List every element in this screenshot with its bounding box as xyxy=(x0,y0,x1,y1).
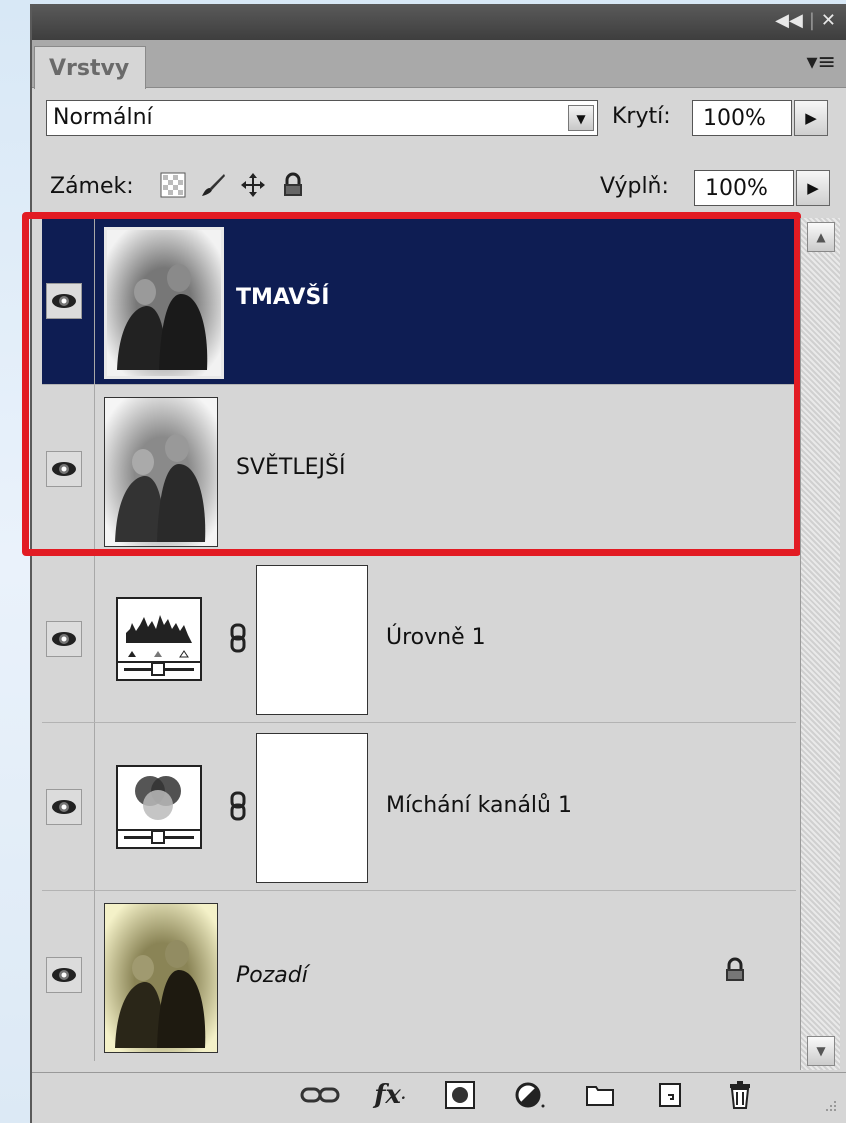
eye-icon[interactable] xyxy=(46,789,82,825)
adjustment-layer-icon[interactable] xyxy=(510,1079,550,1111)
levels-adjustment-icon[interactable] xyxy=(116,597,202,681)
delete-layer-icon[interactable] xyxy=(720,1079,760,1111)
lock-row: Zámek: Výplň: 100% ▶ xyxy=(32,152,846,218)
link-layers-icon[interactable] xyxy=(300,1079,340,1111)
layer-row[interactable]: TMAVŠÍ xyxy=(42,219,796,385)
layer-row[interactable]: SVĚTLEJŠÍ xyxy=(42,385,796,555)
layer-mask-thumbnail[interactable] xyxy=(256,565,368,715)
link-chain-icon[interactable] xyxy=(230,791,246,821)
new-layer-icon[interactable] xyxy=(650,1079,690,1111)
layer-row[interactable]: Pozadí xyxy=(42,891,796,1061)
layers-list: TMAVŠÍ SVĚTLEJŠÍ Úrovně 1 Míchání kanálů… xyxy=(42,218,796,1068)
layer-row[interactable]: Úrovně 1 xyxy=(42,555,796,723)
layer-row[interactable]: Míchání kanálů 1 xyxy=(42,723,796,891)
lock-transparency-icon[interactable] xyxy=(160,172,186,198)
lock-icon[interactable] xyxy=(280,172,306,198)
layer-lock-icon xyxy=(722,957,748,983)
lock-label: Zámek: xyxy=(50,174,134,199)
opacity-label: Krytí: xyxy=(612,104,671,129)
close-icon[interactable]: ✕ xyxy=(821,10,836,31)
fx-icon[interactable]: fx. xyxy=(370,1079,410,1111)
layer-divider xyxy=(94,891,95,1061)
layer-thumbnail[interactable] xyxy=(104,227,224,379)
move-icon[interactable] xyxy=(240,172,266,198)
layer-divider xyxy=(94,219,95,384)
panel-menu-icon[interactable]: ▾≡ xyxy=(807,50,836,75)
blend-row: Normální ▼ Krytí: 100% ▶ xyxy=(32,88,846,152)
fill-label: Výplň: xyxy=(600,174,669,199)
resize-grip-icon[interactable] xyxy=(822,1097,838,1113)
tab-row: Vrstvy ▾≡ xyxy=(32,40,846,89)
layer-divider xyxy=(94,385,95,554)
layer-name[interactable]: Úrovně 1 xyxy=(386,625,486,650)
opacity-input[interactable]: 100% xyxy=(692,100,792,136)
layer-name[interactable]: Pozadí xyxy=(236,963,308,988)
chevron-down-icon[interactable]: ▼ xyxy=(568,105,594,131)
panel-footer: fx. xyxy=(32,1072,846,1119)
eye-icon[interactable] xyxy=(46,957,82,993)
fill-input[interactable]: 100% xyxy=(694,170,794,206)
scroll-up-icon[interactable]: ▲ xyxy=(807,222,835,252)
layer-name[interactable]: SVĚTLEJŠÍ xyxy=(236,455,345,480)
layer-name[interactable]: Míchání kanálů 1 xyxy=(386,793,572,818)
tab-layers[interactable]: Vrstvy xyxy=(34,46,146,89)
eye-icon[interactable] xyxy=(46,451,82,487)
collapse-icon[interactable]: ◀◀ xyxy=(775,10,803,31)
blend-mode-value: Normální xyxy=(53,105,153,130)
eye-icon[interactable] xyxy=(46,621,82,657)
fill-arrow-icon[interactable]: ▶ xyxy=(796,170,830,206)
layer-divider xyxy=(94,555,95,722)
titlebar-separator: | xyxy=(808,10,815,31)
scroll-down-icon[interactable]: ▼ xyxy=(807,1036,835,1066)
eye-icon[interactable] xyxy=(46,283,82,319)
layer-name[interactable]: TMAVŠÍ xyxy=(236,285,330,310)
add-mask-icon[interactable] xyxy=(440,1079,480,1111)
layer-thumbnail[interactable] xyxy=(104,903,218,1053)
layer-divider xyxy=(94,723,95,890)
panel-titlebar: ◀◀ | ✕ xyxy=(32,4,846,40)
link-chain-icon[interactable] xyxy=(230,623,246,653)
new-group-icon[interactable] xyxy=(580,1079,620,1111)
layers-scrollbar[interactable]: ▲ ▼ xyxy=(800,218,840,1070)
layer-mask-thumbnail[interactable] xyxy=(256,733,368,883)
brush-icon[interactable] xyxy=(200,172,226,198)
layer-thumbnail[interactable] xyxy=(104,397,218,547)
channel-mixer-adjustment-icon[interactable] xyxy=(116,765,202,849)
opacity-arrow-icon[interactable]: ▶ xyxy=(794,100,828,136)
blend-mode-select[interactable]: Normální ▼ xyxy=(46,100,598,136)
